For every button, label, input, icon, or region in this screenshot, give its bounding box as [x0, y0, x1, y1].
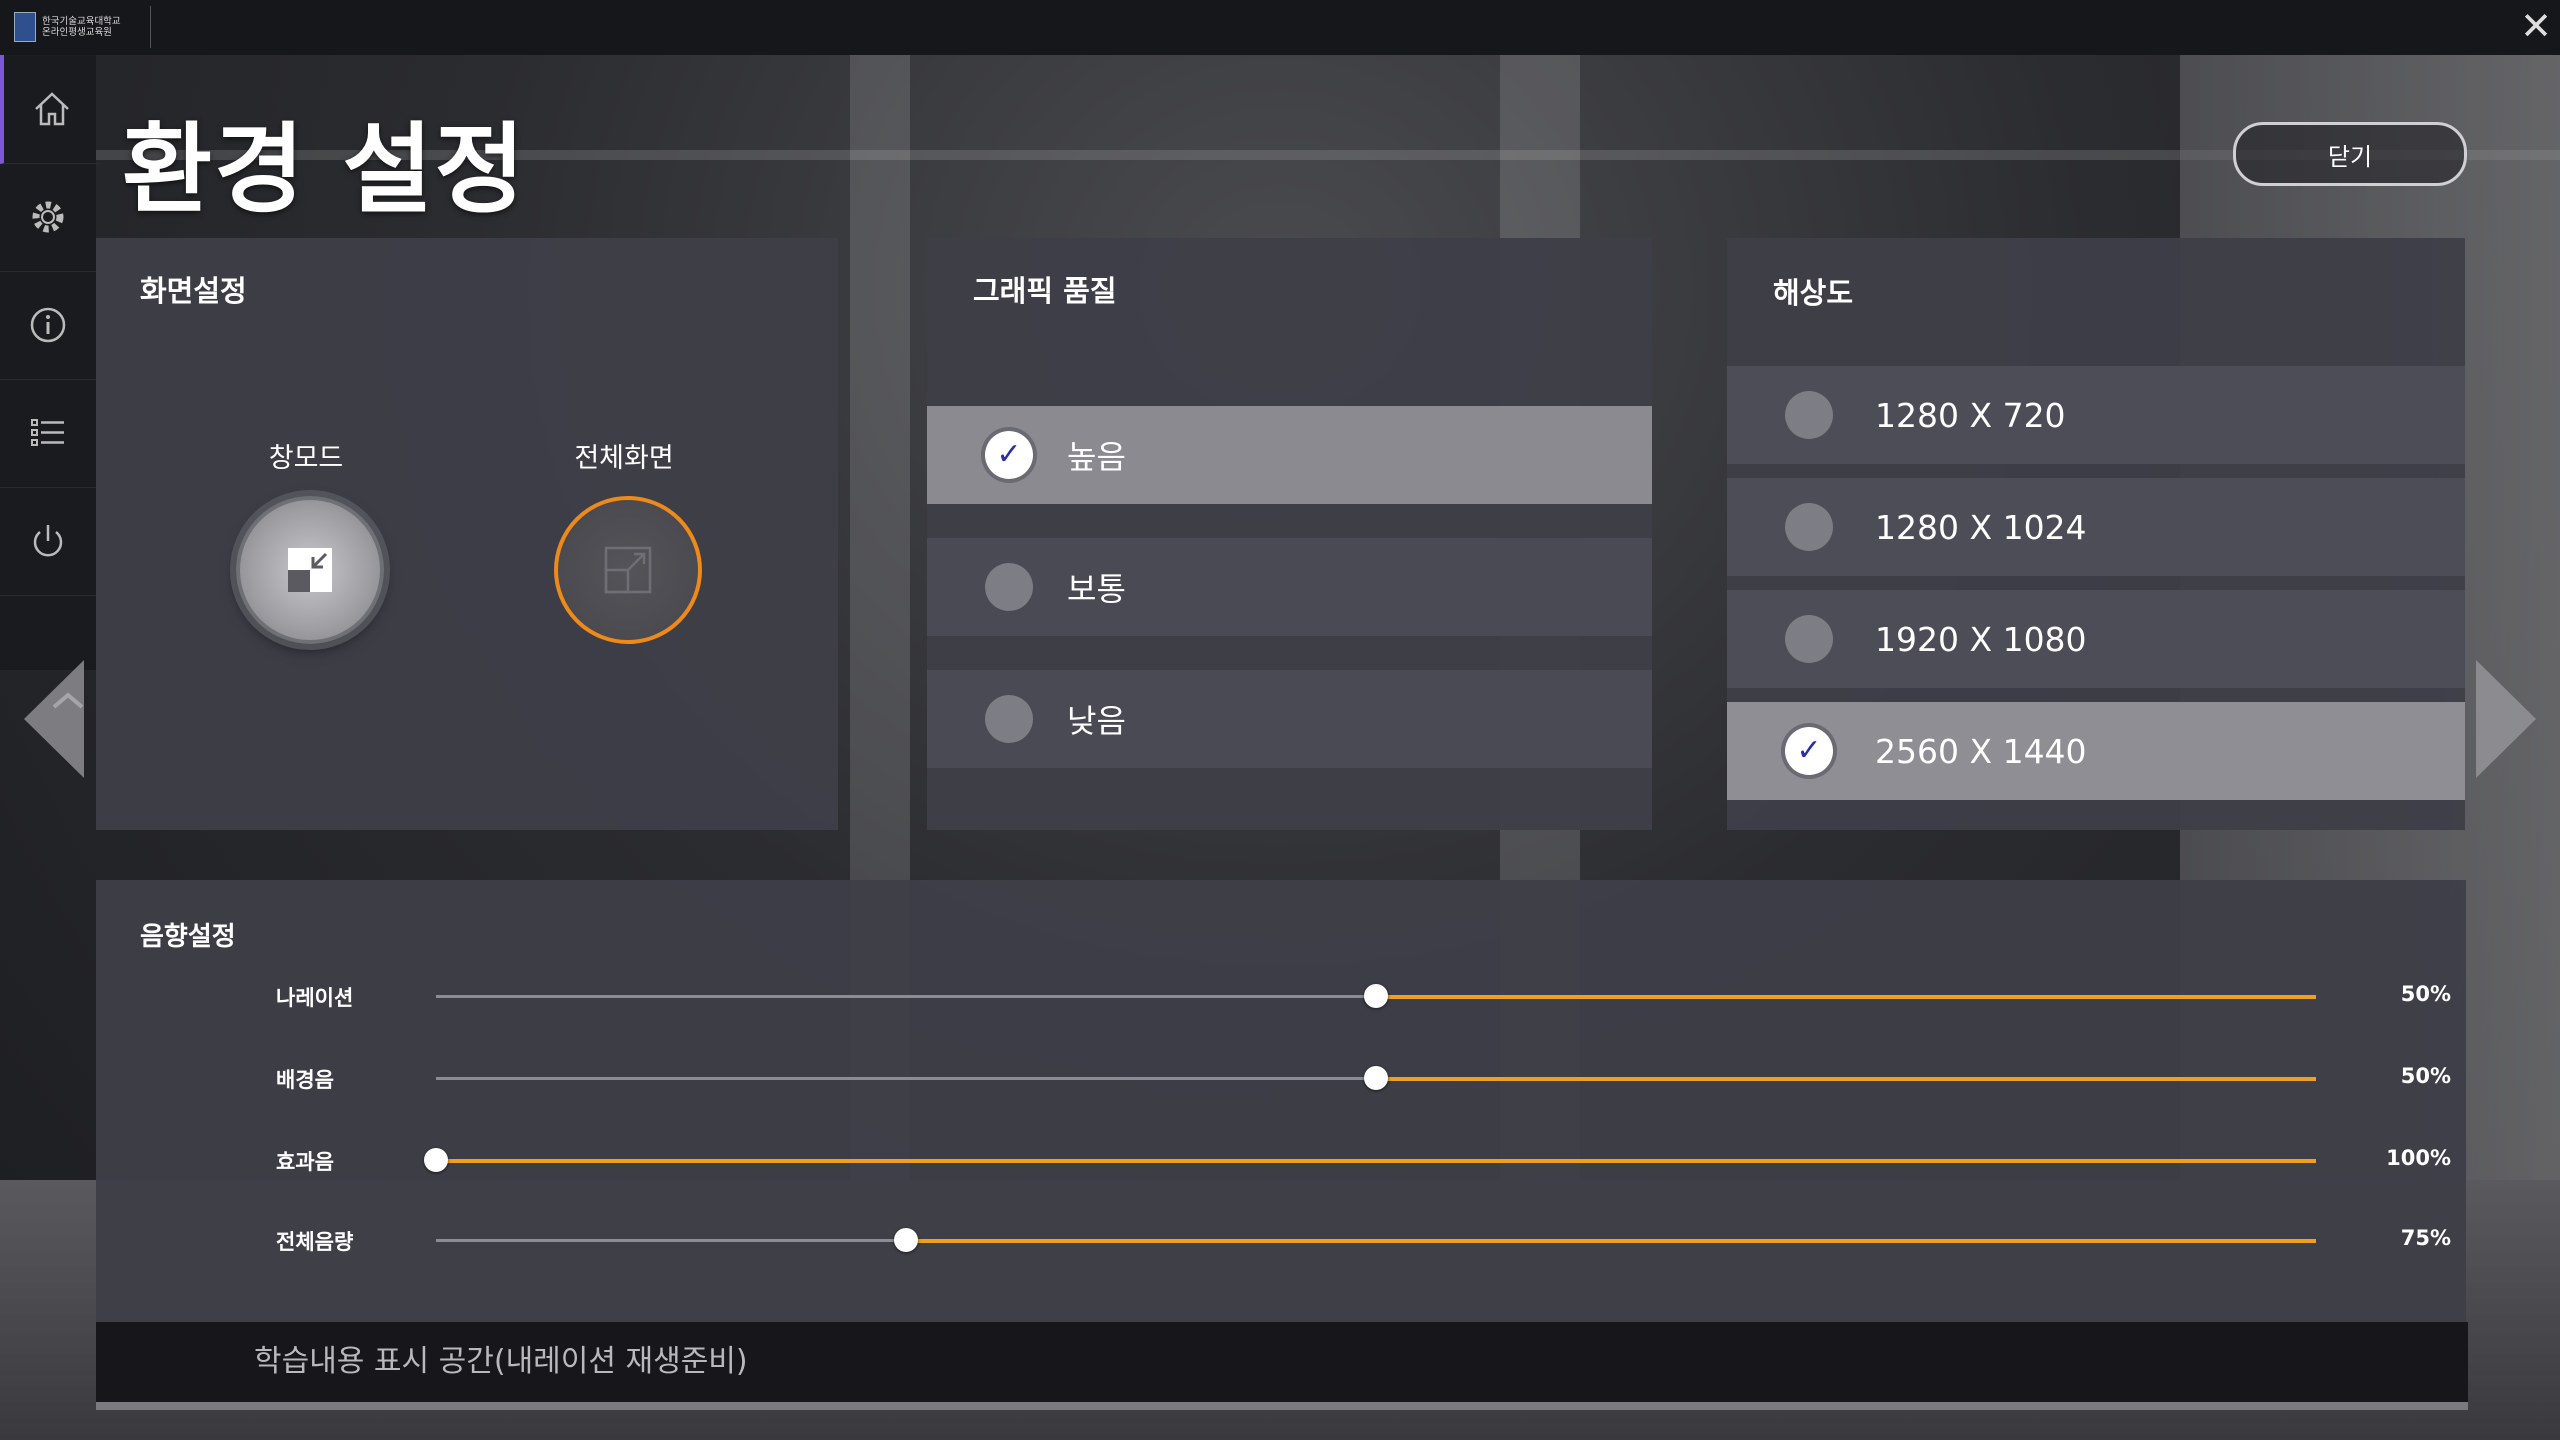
slider-value: 75% — [2400, 1226, 2451, 1250]
gear-icon — [32, 201, 64, 233]
university-logo: 한국기술교육대학교 온라인평생교육원 — [14, 6, 151, 48]
sidebar — [0, 55, 100, 709]
sound-settings-panel: 음향설정 나레이션 50% 배경음 50% 효과음 100% 전체음량 75% — [96, 880, 2466, 1322]
resolution-option-1280x720[interactable]: 1280 X 720 — [1727, 366, 2465, 464]
radio-button — [1785, 615, 1833, 663]
list-icon — [31, 419, 64, 446]
resolution-option-1280x1024[interactable]: 1280 X 1024 — [1727, 478, 2465, 576]
resolution-option-label: 1280 X 1024 — [1875, 507, 2087, 547]
narration-slider-track[interactable] — [436, 984, 2316, 1008]
slider-thumb[interactable] — [424, 1148, 448, 1172]
logo-line-1: 한국기술교육대학교 — [42, 16, 121, 27]
sound-settings-title: 음향설정 — [140, 922, 236, 952]
radio-button: ✓ — [1785, 727, 1833, 775]
check-icon: ✓ — [996, 437, 1022, 472]
bgm-slider-row: 배경음 50% — [276, 1058, 2496, 1098]
radio-button — [985, 563, 1033, 611]
minimize-window-icon — [288, 548, 332, 592]
slider-thumb[interactable] — [1364, 984, 1388, 1008]
master-volume-slider-track[interactable] — [436, 1228, 2316, 1252]
slider-fill — [1376, 1077, 2316, 1081]
slider-label: 전체음량 — [276, 1230, 354, 1254]
resolution-title: 해상도 — [1773, 276, 1854, 310]
resolution-panel: 해상도 1280 X 720 1280 X 1024 1920 X 1080 ✓… — [1727, 238, 2465, 830]
slider-label: 효과음 — [276, 1150, 334, 1174]
logo-mark — [14, 12, 36, 42]
resolution-option-1920x1080[interactable]: 1920 X 1080 — [1727, 590, 2465, 688]
page-title: 환경 설정 — [122, 113, 527, 227]
master-volume-slider-row: 전체음량 75% — [276, 1220, 2496, 1260]
home-icon — [35, 92, 69, 126]
quality-option-label: 보통 — [1067, 570, 1126, 608]
resolution-option-label: 1920 X 1080 — [1875, 619, 2087, 659]
slider-fill — [906, 1239, 2316, 1243]
sfx-slider-track[interactable] — [424, 1148, 2316, 1172]
caption-bar: 학습내용 표시 공간(내레이션 재생준비) — [96, 1322, 2468, 1410]
prev-arrow-icon[interactable] — [24, 660, 92, 778]
quality-option-low[interactable]: 낮음 — [927, 670, 1652, 768]
caption-text: 학습내용 표시 공간(내레이션 재생준비) — [254, 1344, 748, 1379]
sidebar-item-info[interactable] — [0, 271, 96, 380]
slider-value: 50% — [2400, 982, 2451, 1006]
sidebar-item-power[interactable] — [0, 487, 96, 596]
power-icon — [33, 525, 63, 557]
quality-option-medium[interactable]: 보통 — [927, 538, 1652, 636]
window-close-icon[interactable]: ✕ — [2514, 4, 2558, 48]
logo-line-2: 온라인평생교육원 — [42, 27, 112, 38]
quality-option-label: 낮음 — [1067, 702, 1126, 740]
close-button[interactable]: 닫기 — [2233, 122, 2467, 186]
check-icon: ✓ — [1796, 733, 1822, 768]
graphics-quality-panel: 그래픽 품질 ✓ 높음 보통 낮음 — [927, 238, 1652, 830]
slider-fill — [436, 1159, 2316, 1163]
sidebar-item-list[interactable] — [0, 379, 96, 488]
graphics-quality-title: 그래픽 품질 — [973, 274, 1117, 308]
expand-window-icon — [604, 546, 652, 594]
radio-button — [985, 695, 1033, 743]
next-arrow-icon[interactable] — [2468, 660, 2536, 778]
windowed-mode-button[interactable] — [236, 496, 384, 644]
slider-value: 50% — [2400, 1064, 2451, 1088]
screen-settings-title: 화면설정 — [140, 274, 247, 308]
resolution-option-2560x1440[interactable]: ✓ 2560 X 1440 — [1727, 702, 2465, 800]
bgm-slider-track[interactable] — [436, 1066, 2316, 1090]
slider-thumb[interactable] — [894, 1228, 918, 1252]
sfx-slider-row: 효과음 100% — [276, 1140, 2496, 1180]
fullscreen-mode-label: 전체화면 — [574, 443, 674, 474]
sidebar-item-settings[interactable] — [0, 163, 96, 272]
narration-slider-row: 나레이션 50% — [276, 976, 2496, 1016]
slider-thumb[interactable] — [1364, 1066, 1388, 1090]
slider-label: 나레이션 — [276, 986, 354, 1010]
logo-text: 한국기술교육대학교 온라인평생교육원 — [42, 16, 121, 38]
radio-button: ✓ — [985, 431, 1033, 479]
top-bar: 한국기술교육대학교 온라인평생교육원 ✕ — [0, 0, 2560, 55]
sidebar-item-home[interactable] — [0, 55, 100, 164]
quality-option-high[interactable]: ✓ 높음 — [927, 406, 1652, 504]
resolution-option-label: 1280 X 720 — [1875, 395, 2066, 435]
radio-button — [1785, 503, 1833, 551]
slider-label: 배경음 — [276, 1068, 334, 1092]
slider-fill — [1376, 995, 2316, 999]
info-icon — [30, 307, 66, 343]
radio-button — [1785, 391, 1833, 439]
resolution-option-label: 2560 X 1440 — [1875, 731, 2087, 771]
windowed-mode-label: 창모드 — [268, 443, 344, 474]
quality-option-label: 높음 — [1067, 438, 1126, 476]
screen-settings-panel: 화면설정 창모드 전체화면 — [96, 238, 838, 830]
fullscreen-mode-button[interactable] — [554, 496, 702, 644]
slider-value: 100% — [2386, 1146, 2451, 1170]
